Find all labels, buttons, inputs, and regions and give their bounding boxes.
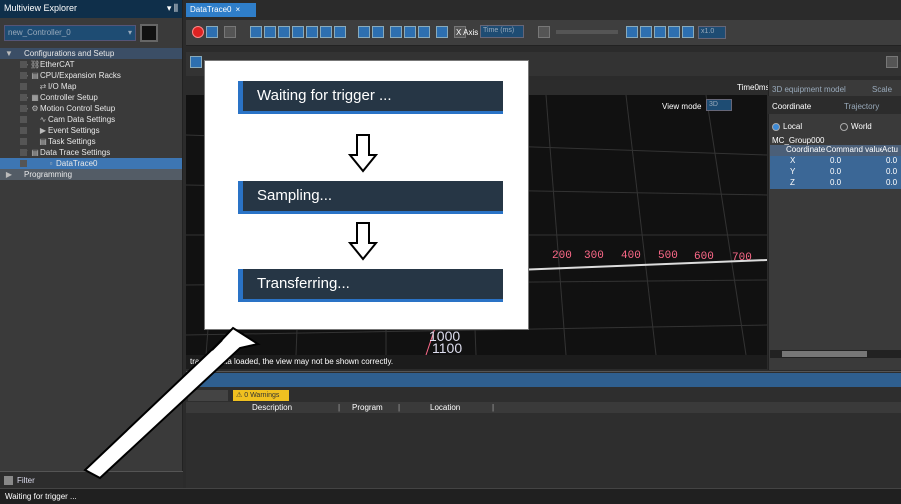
callout-pointer <box>83 326 261 480</box>
callout-pointer-shape <box>83 326 261 480</box>
